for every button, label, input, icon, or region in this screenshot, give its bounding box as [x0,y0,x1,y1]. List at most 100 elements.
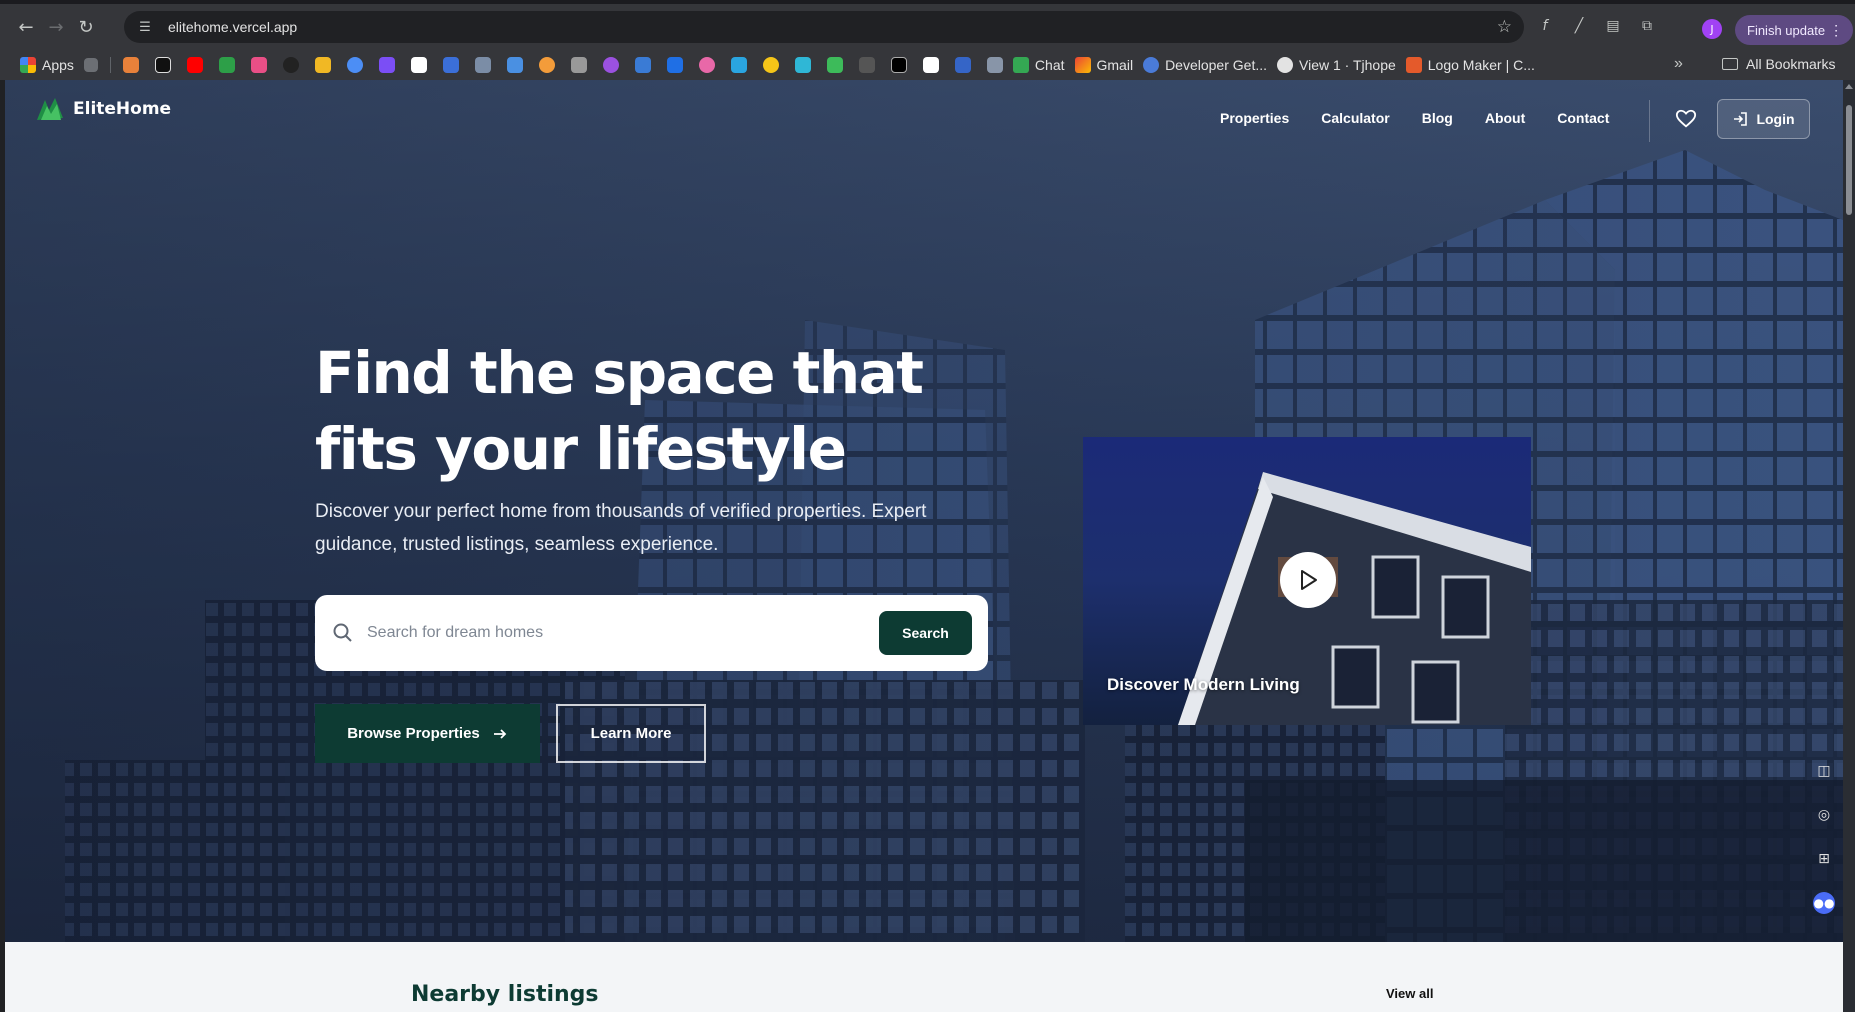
bookmark-favicon-icon[interactable] [506,57,523,73]
bookmark-favicon-icon[interactable] [378,57,395,73]
apps-grid-icon [20,57,36,73]
bookmark-gmail[interactable]: Gmail [1074,57,1133,73]
eyedropper-extension-icon[interactable]: ╱ [1569,16,1589,36]
bookmark-favicon-icon[interactable] [602,57,619,73]
video-caption: Discover Modern Living [1107,675,1300,694]
bookmark-favicon-icon[interactable] [826,57,843,73]
folder-icon [1722,58,1738,70]
bookmark-favicon-icon[interactable] [442,57,459,73]
nav-calculator[interactable]: Calculator [1321,110,1389,126]
browser-toolbar: ← → ↻ ☰ elitehome.vercel.app ☆ f ╱ ▤ ⧉ J… [0,4,1855,50]
bookmark-favicon-icon[interactable] [794,57,811,73]
url-text[interactable]: elitehome.vercel.app [168,19,297,35]
hero-search-bar: Search [315,595,988,671]
scroll-up-arrow-icon[interactable] [1845,84,1853,89]
login-label: Login [1756,111,1795,127]
bookmark-favicon-icon[interactable] [922,57,939,73]
video-card[interactable]: Discover Modern Living [1083,437,1531,725]
login-button[interactable]: Login [1717,99,1810,139]
bookmark-favicon-icon[interactable] [730,57,747,73]
search-button[interactable]: Search [879,611,972,655]
bookmark-favicon-icon[interactable] [986,57,1003,73]
reader-mode-icon[interactable]: ◫ [1813,760,1835,782]
bookmark-apps[interactable]: Apps [20,57,74,73]
main-menu: Properties Calculator Blog About Contact [1220,110,1609,126]
youtube-icon[interactable] [186,57,203,73]
bookmark-favicon-icon[interactable] [282,57,299,73]
puzzle-extensions-icon[interactable]: ⧉ [1637,16,1657,36]
page-viewport: EliteHome Properties Calculator Blog Abo… [0,80,1855,1012]
bookmark-favicon-icon[interactable] [634,57,651,73]
bookmark-favicon-icon[interactable] [346,57,363,73]
scrollbar-thumb[interactable] [1846,105,1852,215]
chat-icon [1012,57,1029,73]
browse-properties-button[interactable]: Browse Properties [315,704,540,763]
hero-subline: Discover your perfect home from thousand… [315,501,927,555]
github-icon [1277,57,1293,73]
forward-arrow-icon[interactable]: → [41,12,71,42]
bookmark-favicon-icon[interactable] [762,57,779,73]
nav-blog[interactable]: Blog [1422,110,1453,126]
site-header: EliteHome Properties Calculator Blog Abo… [5,80,1843,150]
browse-properties-label: Browse Properties [347,725,480,742]
developer-icon [1143,57,1160,73]
site-settings-icon[interactable]: ☰ [132,20,158,35]
document-extension-icon[interactable]: ▤ [1603,16,1623,36]
bookmark-chat[interactable]: Chat [1012,57,1065,73]
bookmark-favicon-icon[interactable] [250,57,267,73]
bookmark-chat-label: Chat [1034,57,1065,73]
bookmark-favicon-icon[interactable] [890,57,907,73]
bookmark-github-label: View 1 · Tjhope [1299,57,1396,73]
finish-update-button[interactable]: Finish update ⋮ [1735,15,1854,45]
back-arrow-icon[interactable]: ← [11,12,41,42]
nav-contact[interactable]: Contact [1557,110,1609,126]
bookmark-favicon-icon[interactable] [154,57,171,73]
finish-update-label: Finish update [1747,22,1826,38]
bookmark-developer[interactable]: Developer Get... [1143,57,1267,73]
heart-favorites-icon[interactable] [1675,108,1697,130]
play-button[interactable] [1280,552,1336,608]
bookmarks-divider [109,57,111,73]
bookmark-favicon-icon[interactable] [410,57,427,73]
kebab-menu-icon: ⋮ [1829,21,1844,38]
bookmark-favicon-icon[interactable] [858,57,875,73]
reload-icon[interactable]: ↻ [71,12,101,42]
assistant-bot-icon[interactable]: ●● [1813,892,1835,914]
bookmark-github[interactable]: View 1 · Tjhope [1277,57,1396,73]
address-bar[interactable]: ☰ elitehome.vercel.app ☆ [124,11,1524,43]
grid-icon[interactable] [83,58,98,72]
view-all-link[interactable]: View all [1386,986,1433,1001]
bookmark-favicon-icon[interactable] [218,57,235,73]
bookmark-favicon-icon[interactable] [954,57,971,73]
apps-grid-icon[interactable]: ⊞ [1813,848,1835,870]
bookmark-favicon-icon[interactable] [314,57,331,73]
formula-extension-icon[interactable]: f [1535,16,1555,36]
brand-name: EliteHome [73,99,172,119]
hero-headline: Find the space that fits your lifestyle [315,339,924,483]
search-input[interactable] [367,624,847,642]
nearby-listings-section: Nearby listings View all [5,942,1843,1012]
bookmarks-bar: Apps Chat Gmail Developer Get... View 1 … [0,50,1855,80]
profile-avatar[interactable]: J [1702,19,1722,39]
bookmark-developer-label: Developer Get... [1165,57,1267,73]
bookmark-logomaker[interactable]: Logo Maker | C... [1405,57,1535,73]
nav-properties[interactable]: Properties [1220,110,1289,126]
nav-about[interactable]: About [1485,110,1525,126]
site-logo[interactable]: EliteHome [35,96,171,122]
bookmark-favicon-icon[interactable] [698,57,715,73]
logomaker-icon [1405,57,1422,73]
accessibility-icon[interactable]: ◎ [1813,804,1835,826]
hero-section: EliteHome Properties Calculator Blog Abo… [5,80,1843,942]
bookmark-favicon-icon[interactable] [474,57,491,73]
bookmark-favicon-icon[interactable] [570,57,587,73]
learn-more-button[interactable]: Learn More [556,704,706,763]
chevron-more-icon[interactable]: » [1674,55,1683,73]
bookmark-favicon-icon[interactable] [666,57,683,73]
arrow-right-icon [493,728,507,739]
page-scrollbar[interactable] [1843,80,1855,1012]
floating-side-tools: ◫ ◎ ⊞ ●● [1813,760,1835,914]
bookmark-favicon-icon[interactable] [538,57,555,73]
bookmark-favicon-icon[interactable] [122,57,139,73]
bookmark-star-icon[interactable]: ☆ [1497,17,1512,37]
all-bookmarks[interactable]: All Bookmarks [1722,56,1835,72]
